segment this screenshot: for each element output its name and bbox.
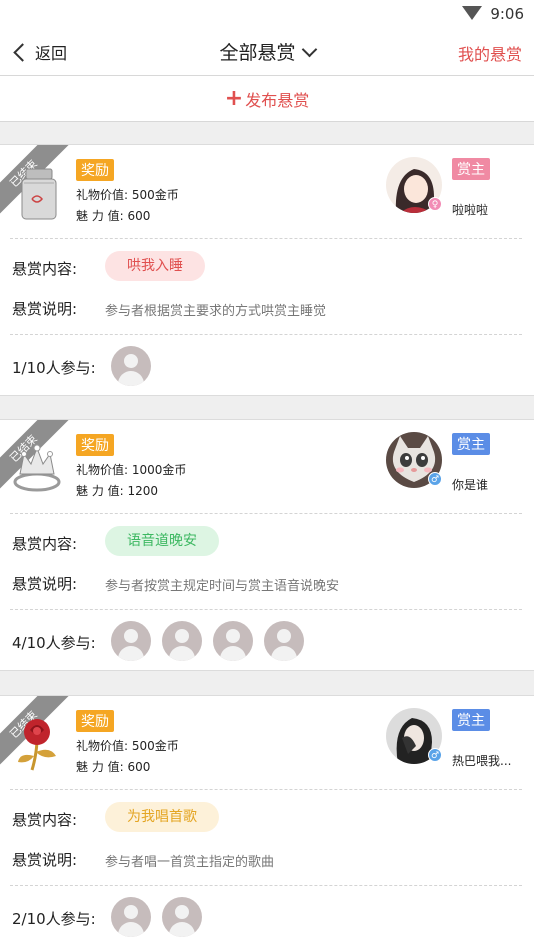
host-nickname: 啦啦啦	[452, 203, 489, 217]
participant-avatar[interactable]	[213, 621, 253, 661]
divider	[10, 238, 522, 239]
note-text: 参与者按赏主规定时间与赏主语音说晚安	[105, 579, 340, 594]
reward-tag: 奖励	[76, 710, 114, 732]
note-label: 悬赏说明:	[12, 575, 78, 593]
back-button[interactable]: 返回	[12, 40, 67, 64]
gift-value: 礼物价值: 500金币	[76, 739, 179, 753]
content-label: 悬赏内容:	[12, 260, 78, 278]
participant-avatar[interactable]	[264, 621, 304, 661]
content-pill: 为我唱首歌	[105, 802, 219, 832]
participant-avatar[interactable]	[111, 897, 151, 937]
host-nickname: 热巴喂我...	[452, 754, 512, 768]
content-label: 悬赏内容:	[12, 535, 78, 553]
plus-icon: +	[224, 85, 244, 111]
participant-avatar[interactable]	[162, 621, 202, 661]
content-pill: 哄我入睡	[105, 251, 205, 281]
my-bounty-button[interactable]: 我的悬赏	[458, 41, 522, 65]
reward-tag: 奖励	[76, 434, 114, 456]
participant-avatar[interactable]	[162, 897, 202, 937]
host-nickname: 你是谁	[452, 478, 489, 492]
nav-bar: 返回 全部悬赏 我的悬赏	[0, 28, 534, 76]
status-bar: 9:06	[0, 0, 534, 28]
publish-label: 发布悬赏	[245, 90, 310, 110]
rose-gift-icon	[18, 719, 56, 771]
bounty-card[interactable]: 已结束 奖励 礼物价值: 1000金币 魅 力 值: 1200 ♂ 赏主 你是谁…	[0, 419, 534, 671]
male-icon: ♂	[428, 472, 442, 486]
divider	[10, 513, 522, 514]
charm-value: 魅 力 值: 600	[76, 760, 151, 774]
charm-value: 魅 力 值: 1200	[76, 484, 159, 498]
wifi-icon	[462, 6, 482, 20]
content-pill: 语音道晚安	[105, 526, 219, 556]
lighter-gift-icon	[21, 168, 57, 220]
female-icon: ♀	[428, 197, 442, 211]
male-icon: ♂	[428, 748, 442, 762]
content-label: 悬赏内容:	[12, 811, 78, 829]
note-text: 参与者唱一首赏主指定的歌曲	[105, 855, 275, 870]
host-tag: 赏主	[452, 158, 490, 180]
charm-value: 魅 力 值: 600	[76, 209, 151, 223]
participants-label: 2/10人参与:	[12, 910, 96, 928]
note-label: 悬赏说明:	[12, 851, 78, 869]
host-tag: 赏主	[452, 709, 490, 731]
note-text: 参与者根据赏主要求的方式哄赏主睡觉	[105, 304, 327, 319]
participant-avatar[interactable]	[111, 621, 151, 661]
divider	[10, 609, 522, 610]
gift-value: 礼物价值: 500金币	[76, 188, 179, 202]
status-time: 9:06	[490, 5, 524, 23]
back-label: 返回	[35, 44, 68, 63]
note-label: 悬赏说明:	[12, 300, 78, 318]
divider	[10, 334, 522, 335]
divider	[10, 885, 522, 886]
host-tag: 赏主	[452, 433, 490, 455]
filter-dropdown[interactable]	[210, 36, 325, 68]
divider	[10, 789, 522, 790]
participants-label: 1/10人参与:	[12, 359, 96, 377]
bounty-card[interactable]: 已结束 奖励 礼物价值: 500金币 魅 力 值: 600 ♀ 赏主 啦啦啦 悬…	[0, 144, 534, 396]
participant-avatar[interactable]	[111, 346, 151, 386]
bounty-card[interactable]: 已结束 奖励 礼物价值: 500金币 魅 力 值: 600 ♂ 赏主 热巴喂我.…	[0, 695, 534, 949]
chevron-left-icon	[13, 42, 32, 62]
participants-label: 4/10人参与:	[12, 634, 96, 652]
reward-tag: 奖励	[76, 159, 114, 181]
crown-ring-gift-icon	[13, 444, 61, 492]
gift-value: 礼物价值: 1000金币	[76, 463, 187, 477]
publish-bounty-button[interactable]: + 发布悬赏	[0, 76, 534, 122]
